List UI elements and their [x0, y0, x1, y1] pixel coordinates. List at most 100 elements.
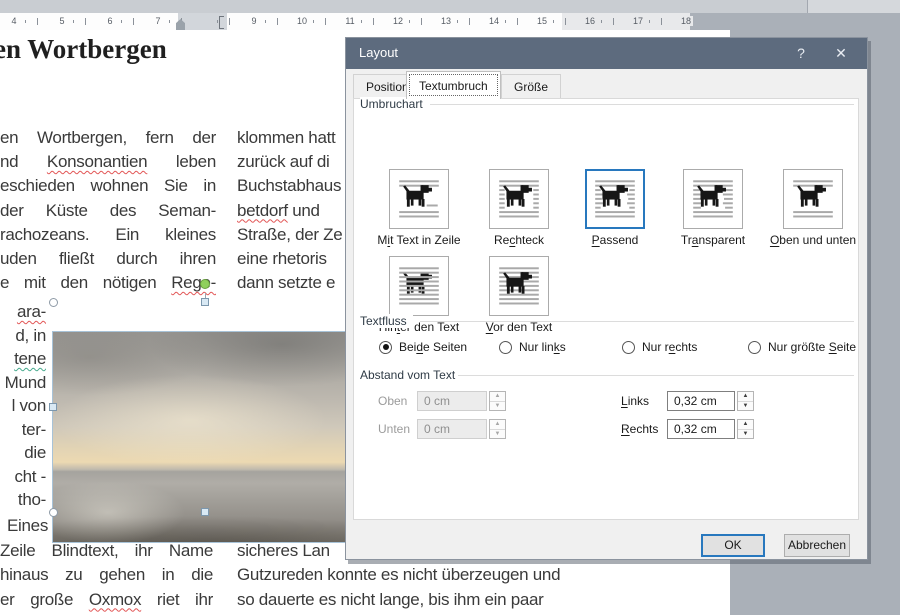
- ruler-number: 16: [583, 16, 597, 26]
- front-wrap-icon[interactable]: [489, 256, 549, 316]
- ok-button[interactable]: OK: [701, 534, 765, 557]
- misspelled-word: betdorf: [237, 200, 288, 220]
- wrap-option-topbottom[interactable]: Oben und unten: [761, 169, 865, 247]
- group-label-textfluss: Textfluss: [360, 314, 413, 328]
- spinner-rechts[interactable]: ▲ ▼: [737, 419, 754, 439]
- misspelled-word: Oxmox: [88, 589, 142, 609]
- inline-wrap-icon[interactable]: [389, 169, 449, 229]
- cancel-button[interactable]: Abbrechen: [784, 534, 850, 557]
- radio-nur-gr-te-seite[interactable]: Nur größte Seite: [748, 339, 856, 355]
- wrap-option-square[interactable]: Rechteck: [467, 169, 571, 247]
- radio-label: Nur größte Seite: [768, 340, 857, 354]
- text-line: Mund: [0, 373, 47, 393]
- wrap-option-inline[interactable]: Mit Text in Zeile: [367, 169, 471, 247]
- ruler-number: 13: [439, 16, 453, 26]
- handle-bottom-left[interactable]: [49, 508, 58, 517]
- handle-left-middle[interactable]: [49, 403, 57, 411]
- misspelled-word: tene: [14, 349, 46, 368]
- topbottom-wrap-icon[interactable]: [783, 169, 843, 229]
- radio-circle[interactable]: [748, 340, 761, 354]
- distance-input-links[interactable]: 0,32 cm: [667, 391, 735, 411]
- radio-nur-rechts[interactable]: Nur rechts: [622, 339, 697, 355]
- group-label-abstand: Abstand vom Text: [360, 368, 462, 382]
- text-segment: eine rhetoris: [237, 249, 327, 268]
- spinner-links[interactable]: ▲ ▼: [737, 391, 754, 411]
- group-line: [430, 104, 854, 105]
- text-line: tene: [0, 349, 46, 369]
- text-line: Gutzureden konnte es nicht überzeugen un…: [237, 565, 561, 585]
- radio-circle[interactable]: [499, 340, 512, 354]
- distance-input-oben: 0 cm: [417, 391, 487, 411]
- spinner-up-icon[interactable]: ▲: [738, 420, 753, 430]
- ruler-number: 5: [55, 16, 69, 26]
- handle-top-middle[interactable]: [201, 298, 209, 306]
- close-icon[interactable]: ✕: [824, 38, 858, 69]
- ruler-number: 15: [535, 16, 549, 26]
- column-indent-marker[interactable]: [219, 16, 224, 29]
- handle-bottom-middle[interactable]: [201, 508, 209, 516]
- text-segment: sicheres Lan: [237, 540, 330, 560]
- text-line: l von: [0, 396, 47, 416]
- misspelled-word: Konsonantien: [46, 152, 148, 172]
- radio-nur-links[interactable]: Nur links: [499, 339, 566, 355]
- radio-circle[interactable]: [622, 340, 635, 354]
- text-segment: rachozeans. Ein kleines: [0, 224, 216, 244]
- text-segment: en Wortbergen, fern der: [0, 128, 216, 147]
- rotation-handle[interactable]: [200, 279, 210, 289]
- text-segment: leben: [147, 152, 216, 172]
- field-label-unten: Unten: [378, 422, 411, 436]
- text-segment: riet ihr: [141, 589, 213, 609]
- through-wrap-icon[interactable]: [683, 169, 743, 229]
- text-line: eine rhetoris: [237, 249, 327, 269]
- spinner-down-icon[interactable]: ▼: [738, 430, 753, 439]
- field-label-oben: Oben: [378, 394, 408, 408]
- radio-circle[interactable]: [379, 340, 392, 354]
- ruler-number: 12: [391, 16, 405, 26]
- behind-wrap-icon[interactable]: [389, 256, 449, 316]
- distance-input-rechts[interactable]: 0,32 cm: [667, 419, 735, 439]
- radio-label: Nur rechts: [642, 340, 698, 354]
- window-edge-segment: [807, 0, 900, 13]
- wrap-option-label: Transparent: [680, 233, 746, 247]
- text-segment: ter-: [21, 419, 47, 439]
- text-segment: die: [24, 443, 46, 462]
- wrap-option-through[interactable]: Transparent: [661, 169, 765, 247]
- wrap-option-tight[interactable]: Passend: [563, 169, 667, 247]
- text-line: ter-: [0, 419, 47, 440]
- text-line: Straße, der Ze: [237, 225, 343, 245]
- spinner-up-icon[interactable]: ▲: [738, 392, 753, 402]
- ruler-number: 17: [631, 16, 645, 26]
- misspelled-word: ara-: [16, 302, 46, 321]
- wrap-option-label: Vor den Text: [485, 320, 553, 334]
- text-line: der Küste des Seman-: [0, 201, 216, 221]
- tight-wrap-icon[interactable]: [585, 169, 645, 229]
- wrap-option-front[interactable]: Vor den Text: [467, 256, 571, 334]
- text-line: klommen hatt: [237, 128, 336, 148]
- radio-beide-seiten[interactable]: Beide Seiten: [379, 339, 467, 355]
- text-line: Buchstabhaus: [237, 176, 341, 196]
- square-wrap-icon[interactable]: [489, 169, 549, 229]
- tab-größe[interactable]: Größe: [501, 74, 562, 98]
- word-app-window: 4 5 6 7 9 10 11 12 13 14 15 16 17 18 en Wortbergen en…: [0, 0, 900, 615]
- radio-label: Nur links: [519, 340, 566, 354]
- tab-textumbruch[interactable]: Textumbruch: [406, 71, 501, 99]
- wrap-option-label: Oben und unten: [769, 233, 857, 247]
- ruler-number: 10: [295, 16, 309, 26]
- text-segment: eschieden wohnen Sie in: [0, 176, 216, 196]
- ruler-number: 7: [151, 16, 165, 26]
- wrap-option-label: Passend: [591, 233, 639, 247]
- text-segment: zurück auf di: [237, 152, 330, 172]
- spinner-unten: ▲ ▼: [489, 419, 506, 439]
- text-segment: e mit den nötigen: [0, 273, 172, 293]
- spinner-down-icon[interactable]: ▼: [738, 402, 753, 411]
- text-line: zurück auf di: [237, 152, 330, 172]
- help-button[interactable]: ?: [784, 38, 818, 69]
- dialog-titlebar[interactable]: Layout ? ✕: [346, 38, 867, 69]
- text-segment: klommen hatt: [237, 128, 336, 147]
- handle-top-left[interactable]: [49, 298, 58, 307]
- horizontal-ruler[interactable]: 4 5 6 7 9 10 11 12 13 14 15 16 17 18: [0, 13, 693, 31]
- spinner-down-icon: ▼: [494, 403, 501, 409]
- text-segment: Zeile Blindtext, ihr Name: [0, 540, 213, 560]
- text-line: er große Oxmox riet ihr: [0, 590, 213, 610]
- group-line: [420, 321, 854, 322]
